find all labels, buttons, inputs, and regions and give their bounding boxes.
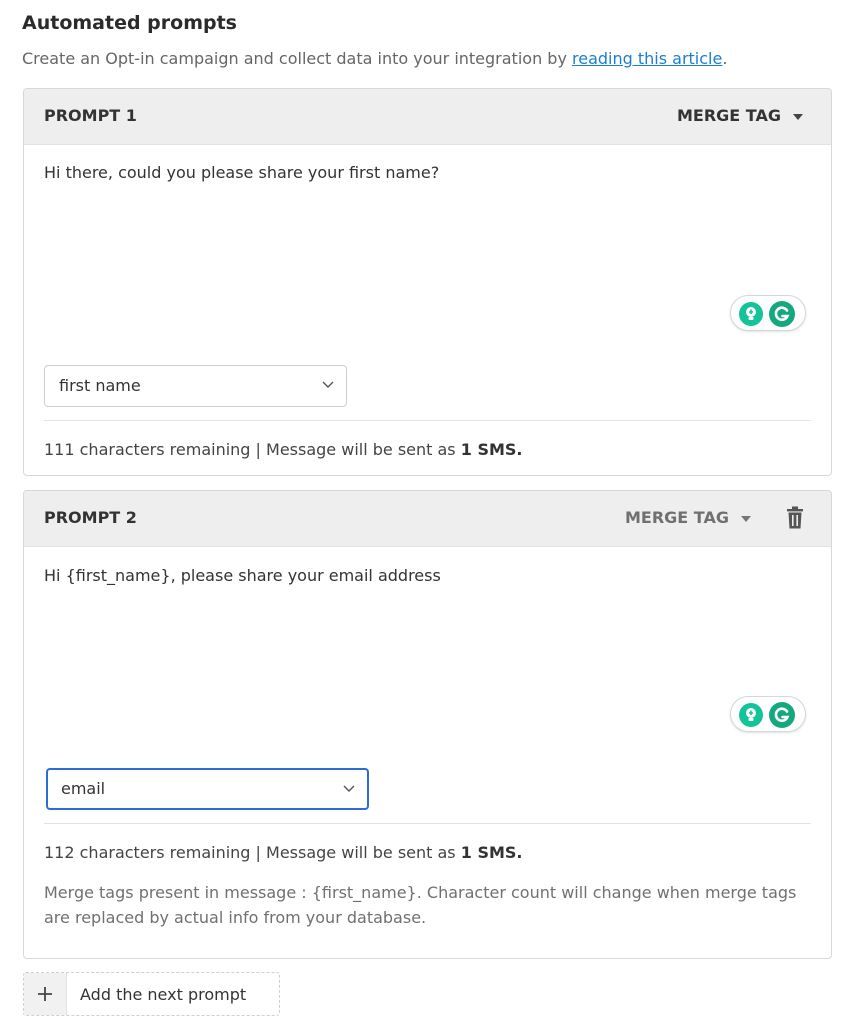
prompt-2-title: PROMPT 2 — [44, 508, 137, 527]
grammarly-widget[interactable] — [730, 295, 806, 331]
prompt-1-character-counter: 111 characters remaining | Message will … — [44, 440, 522, 459]
prompt-2-message-textarea[interactable]: Hi {first_name}, please share your email… — [44, 566, 804, 585]
prompt-2-field-value: email — [61, 779, 106, 798]
prompt-2-character-counter: 112 characters remaining | Message will … — [44, 843, 522, 862]
merge-tag-label: MERGE TAG — [677, 106, 781, 125]
lightbulb-icon — [739, 302, 763, 326]
add-next-prompt-button[interactable]: Add the next prompt — [23, 972, 280, 1016]
chevron-down-icon — [343, 785, 355, 792]
prompt-1-header: PROMPT 1 MERGE TAG — [24, 89, 831, 145]
automated-prompts-page: Automated prompts Create an Opt-in campa… — [0, 0, 857, 1024]
reading-article-link[interactable]: reading this article — [572, 49, 722, 68]
prompt-card-2: PROMPT 2 MERGE TAG Hi {first_name}, plea… — [23, 490, 832, 959]
grammarly-g-icon — [769, 301, 795, 327]
section-title: Automated prompts — [22, 12, 237, 34]
sms-count: 1 SMS. — [460, 440, 523, 459]
lightbulb-icon — [739, 703, 763, 727]
divider — [44, 823, 811, 824]
counter-text: 112 characters remaining | Message will … — [44, 843, 461, 862]
prompt-1-message-textarea[interactable]: Hi there, could you please share your fi… — [44, 163, 804, 182]
prompt-1-merge-tag-dropdown[interactable]: MERGE TAG — [677, 106, 803, 125]
plus-icon — [38, 987, 52, 1001]
grammarly-g-icon — [769, 702, 795, 728]
description-suffix: . — [722, 49, 728, 68]
caret-down-icon — [741, 515, 751, 522]
sms-count: 1 SMS. — [460, 843, 523, 862]
merge-tag-label: MERGE TAG — [625, 508, 729, 527]
plus-box — [24, 973, 67, 1015]
merge-tag-note: Merge tags present in message : {first_n… — [44, 883, 797, 927]
prompt-2-header: PROMPT 2 MERGE TAG — [24, 491, 831, 547]
prompt-1-field-select[interactable]: first name — [44, 365, 347, 407]
description-prefix: Create an Opt-in campaign and collect da… — [22, 49, 572, 68]
prompt-2-field-select[interactable]: email — [46, 768, 369, 810]
prompt-1-title: PROMPT 1 — [44, 106, 137, 125]
add-next-prompt-label: Add the next prompt — [80, 985, 247, 1004]
counter-text: 111 characters remaining | Message will … — [44, 440, 461, 459]
caret-down-icon — [793, 113, 803, 120]
prompt-1-field-value: first name — [59, 376, 141, 395]
prompt-2-merge-tag-dropdown[interactable]: MERGE TAG — [625, 508, 751, 527]
chevron-down-icon — [322, 381, 334, 388]
trash-icon[interactable] — [784, 506, 806, 530]
grammarly-widget[interactable] — [730, 696, 806, 732]
prompt-card-1: PROMPT 1 MERGE TAG Hi there, could you p… — [23, 88, 832, 476]
section-description: Create an Opt-in campaign and collect da… — [22, 49, 727, 68]
divider — [44, 420, 811, 421]
